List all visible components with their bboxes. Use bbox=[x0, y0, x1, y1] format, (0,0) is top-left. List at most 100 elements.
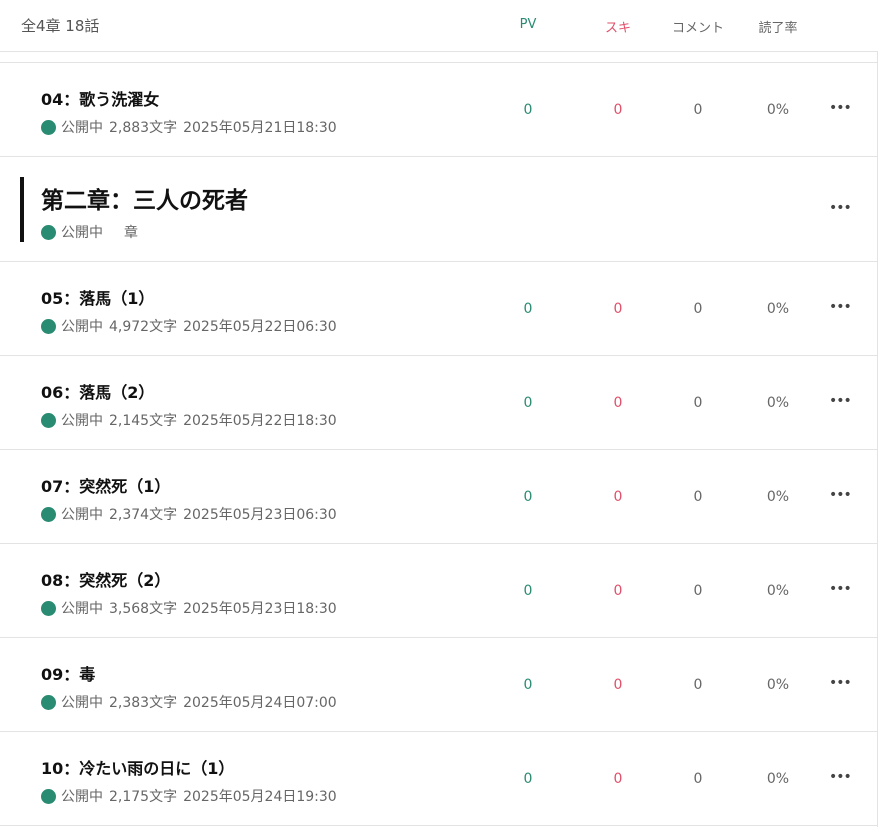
episode-meta: 公開中 2,883文字 2025年05月21日18:30 bbox=[41, 117, 337, 137]
more-options-icon[interactable]: ••• bbox=[829, 200, 852, 220]
comment-count: 0 bbox=[693, 301, 703, 317]
pv-count: 0 bbox=[523, 771, 533, 787]
pv-count: 0 bbox=[523, 677, 533, 693]
column-header-read-rate: 読了率 bbox=[758, 21, 798, 36]
column-header-pv: PV bbox=[519, 17, 537, 32]
chapter-row[interactable]: 第二章：三人の死者 公開中 章 ••• bbox=[0, 157, 878, 262]
status-label: 公開中 bbox=[61, 507, 103, 523]
read-rate: 0% bbox=[766, 301, 790, 317]
publish-date: 2025年05月22日06:30 bbox=[183, 319, 337, 335]
read-rate: 0% bbox=[766, 102, 790, 118]
episode-title[interactable]: 04：歌う洗濯女 bbox=[41, 86, 159, 110]
episode-title[interactable]: 06：落馬（2） bbox=[41, 379, 154, 403]
episode-meta: 公開中 4,972文字 2025年05月22日06:30 bbox=[41, 316, 337, 336]
episode-list: 04：歌う洗濯女 公開中 2,883文字 2025年05月21日18:30 0 … bbox=[0, 63, 878, 826]
comment-count: 0 bbox=[693, 395, 703, 411]
column-header-suki: スキ bbox=[604, 21, 631, 36]
publish-date: 2025年05月23日18:30 bbox=[183, 601, 337, 617]
publish-date: 2025年05月22日18:30 bbox=[183, 413, 337, 429]
episode-meta: 公開中 2,383文字 2025年05月24日07:00 bbox=[41, 692, 337, 712]
char-count: 2,374文字 bbox=[109, 507, 178, 523]
more-options-icon[interactable]: ••• bbox=[829, 581, 852, 601]
more-options-icon[interactable]: ••• bbox=[829, 769, 852, 789]
more-options-icon[interactable]: ••• bbox=[829, 675, 852, 695]
status-label: 公開中 bbox=[61, 413, 103, 429]
episode-row[interactable]: 09：毒 公開中 2,383文字 2025年05月24日07:00 0 0 0 … bbox=[0, 638, 878, 732]
episode-list-panel: 全4章 18話 PV スキ コメント 読了率 04：歌う洗濯女 公開中 2,88… bbox=[0, 0, 878, 827]
publish-date: 2025年05月24日19:30 bbox=[183, 789, 337, 805]
status-dot-icon bbox=[41, 318, 56, 334]
chapter-tag: 章 bbox=[124, 225, 138, 241]
publish-date: 2025年05月24日07:00 bbox=[183, 695, 337, 711]
episode-row[interactable]: 07：突然死（1） 公開中 2,374文字 2025年05月23日06:30 0… bbox=[0, 450, 878, 544]
chapter-marker bbox=[20, 177, 24, 242]
char-count: 2,175文字 bbox=[109, 789, 178, 805]
episode-meta: 公開中 3,568文字 2025年05月23日18:30 bbox=[41, 598, 337, 618]
episode-row[interactable]: 08：突然死（2） 公開中 3,568文字 2025年05月23日18:30 0… bbox=[0, 544, 878, 638]
comment-count: 0 bbox=[693, 583, 703, 599]
suki-count: 0 bbox=[613, 102, 623, 118]
read-rate: 0% bbox=[766, 395, 790, 411]
status-dot-icon bbox=[41, 788, 56, 804]
status-label: 公開中 bbox=[61, 789, 103, 805]
comment-count: 0 bbox=[693, 771, 703, 787]
episode-title[interactable]: 05：落馬（1） bbox=[41, 285, 154, 309]
read-rate: 0% bbox=[766, 489, 790, 505]
episode-title[interactable]: 08：突然死（2） bbox=[41, 567, 170, 591]
char-count: 2,883文字 bbox=[109, 120, 178, 136]
status-dot-icon bbox=[41, 600, 56, 616]
comment-count: 0 bbox=[693, 489, 703, 505]
status-dot-icon bbox=[41, 224, 56, 240]
suki-count: 0 bbox=[613, 301, 623, 317]
episode-title[interactable]: 09：毒 bbox=[41, 661, 95, 685]
char-count: 3,568文字 bbox=[109, 601, 178, 617]
pv-count: 0 bbox=[523, 102, 533, 118]
pv-count: 0 bbox=[523, 583, 533, 599]
status-dot-icon bbox=[41, 694, 56, 710]
pv-count: 0 bbox=[523, 489, 533, 505]
more-options-icon[interactable]: ••• bbox=[829, 393, 852, 413]
more-options-icon[interactable]: ••• bbox=[829, 487, 852, 507]
status-dot-icon bbox=[41, 506, 56, 522]
suki-count: 0 bbox=[613, 583, 623, 599]
list-header: 全4章 18話 PV スキ コメント 読了率 bbox=[0, 0, 878, 52]
publish-date: 2025年05月21日18:30 bbox=[183, 120, 337, 136]
episode-row[interactable]: 10：冷たい雨の日に（1） 公開中 2,175文字 2025年05月24日19:… bbox=[0, 732, 878, 826]
suki-count: 0 bbox=[613, 677, 623, 693]
status-dot-icon bbox=[41, 119, 56, 135]
suki-count: 0 bbox=[613, 395, 623, 411]
episode-title[interactable]: 07：突然死（1） bbox=[41, 473, 170, 497]
episode-row[interactable]: 06：落馬（2） 公開中 2,145文字 2025年05月22日18:30 0 … bbox=[0, 356, 878, 450]
status-dot-icon bbox=[41, 412, 56, 428]
column-header-comment: コメント bbox=[671, 21, 724, 36]
suki-count: 0 bbox=[613, 489, 623, 505]
more-options-icon[interactable]: ••• bbox=[829, 100, 852, 120]
char-count: 4,972文字 bbox=[109, 319, 178, 335]
read-rate: 0% bbox=[766, 583, 790, 599]
status-label: 公開中 bbox=[61, 120, 103, 136]
char-count: 2,145文字 bbox=[109, 413, 178, 429]
more-options-icon[interactable]: ••• bbox=[829, 299, 852, 319]
comment-count: 0 bbox=[693, 102, 703, 118]
char-count: 2,383文字 bbox=[109, 695, 178, 711]
episode-row[interactable]: 05：落馬（1） 公開中 4,972文字 2025年05月22日06:30 0 … bbox=[0, 262, 878, 356]
read-rate: 0% bbox=[766, 677, 790, 693]
pv-count: 0 bbox=[523, 395, 533, 411]
chapter-meta: 公開中 章 bbox=[41, 222, 138, 242]
episode-count-summary: 全4章 18話 bbox=[21, 17, 100, 35]
chapter-title[interactable]: 第二章：三人の死者 bbox=[41, 181, 248, 215]
status-label: 公開中 bbox=[61, 601, 103, 617]
episode-meta: 公開中 2,374文字 2025年05月23日06:30 bbox=[41, 504, 337, 524]
status-label: 公開中 bbox=[61, 695, 103, 711]
publish-date: 2025年05月23日06:30 bbox=[183, 507, 337, 523]
pv-count: 0 bbox=[523, 301, 533, 317]
status-label: 公開中 bbox=[61, 225, 103, 241]
comment-count: 0 bbox=[693, 677, 703, 693]
episode-row[interactable]: 04：歌う洗濯女 公開中 2,883文字 2025年05月21日18:30 0 … bbox=[0, 63, 878, 157]
suki-count: 0 bbox=[613, 771, 623, 787]
episode-title[interactable]: 10：冷たい雨の日に（1） bbox=[41, 755, 234, 779]
episode-meta: 公開中 2,145文字 2025年05月22日18:30 bbox=[41, 410, 337, 430]
status-label: 公開中 bbox=[61, 319, 103, 335]
read-rate: 0% bbox=[766, 771, 790, 787]
episode-meta: 公開中 2,175文字 2025年05月24日19:30 bbox=[41, 786, 337, 806]
